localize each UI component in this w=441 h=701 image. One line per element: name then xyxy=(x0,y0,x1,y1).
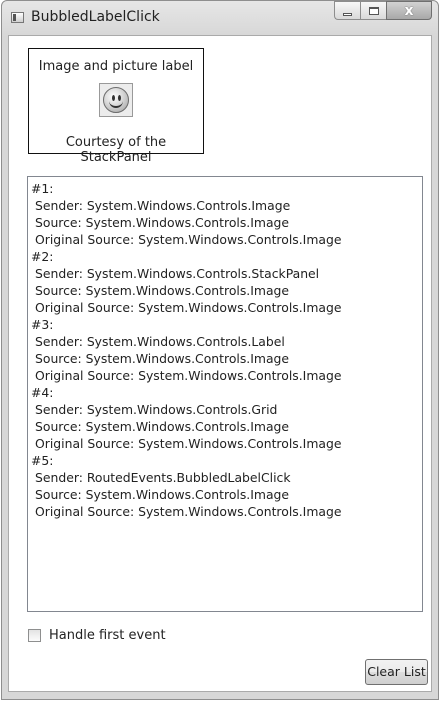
smiley-image[interactable] xyxy=(99,83,133,117)
client-area: Image and picture label Courtesy of the … xyxy=(8,35,432,692)
event-header[interactable]: #2: xyxy=(28,248,422,265)
smiley-face-icon xyxy=(103,87,129,113)
handle-first-event-label[interactable]: Handle first event xyxy=(49,628,166,643)
image-picture-label[interactable]: Image and picture label Courtesy of the … xyxy=(28,48,204,165)
event-original-source[interactable]: Original Source: System.Windows.Controls… xyxy=(28,435,422,452)
event-sender[interactable]: Sender: RoutedEvents.BubbledLabelClick xyxy=(28,469,422,486)
handle-first-event-row[interactable]: Handle first event xyxy=(28,626,166,644)
event-sender[interactable]: Sender: System.Windows.Controls.Label xyxy=(28,333,422,350)
event-original-source[interactable]: Original Source: System.Windows.Controls… xyxy=(28,299,422,316)
event-list-content: #1: Sender: System.Windows.Controls.Image… xyxy=(28,177,422,520)
clear-list-button[interactable]: Clear List xyxy=(365,659,428,685)
event-original-source[interactable]: Original Source: System.Windows.Controls… xyxy=(28,231,422,248)
event-original-source[interactable]: Original Source: System.Windows.Controls… xyxy=(28,367,422,384)
event-header[interactable]: #1: xyxy=(28,180,422,197)
event-source[interactable]: Source: System.Windows.Controls.Image xyxy=(28,282,422,299)
event-sender[interactable]: Sender: System.Windows.Controls.Grid xyxy=(28,401,422,418)
event-header[interactable]: #4: xyxy=(28,384,422,401)
event-source[interactable]: Source: System.Windows.Controls.Image xyxy=(28,418,422,435)
caption-buttons: x xyxy=(334,1,432,21)
event-sender[interactable]: Sender: System.Windows.Controls.Image xyxy=(28,197,422,214)
close-button[interactable]: x xyxy=(386,1,432,20)
maximize-button[interactable] xyxy=(360,1,386,20)
label-bottom-text: Courtesy of the StackPanel xyxy=(65,135,167,165)
event-header[interactable]: #5: xyxy=(28,452,422,469)
event-source[interactable]: Source: System.Windows.Controls.Image xyxy=(28,486,422,503)
label-top-text: Image and picture label xyxy=(38,59,194,74)
event-source[interactable]: Source: System.Windows.Controls.Image xyxy=(28,350,422,367)
event-sender[interactable]: Sender: System.Windows.Controls.StackPan… xyxy=(28,265,422,282)
handle-first-event-checkbox[interactable] xyxy=(28,628,41,642)
event-header[interactable]: #3: xyxy=(28,316,422,333)
app-window: BubbledLabelClick x Image and picture la… xyxy=(1,0,439,700)
event-listbox[interactable]: #1: Sender: System.Windows.Controls.Image… xyxy=(27,176,423,612)
close-icon: x xyxy=(404,3,414,19)
title-bar[interactable]: BubbledLabelClick x xyxy=(2,1,438,35)
event-original-source[interactable]: Original Source: System.Windows.Controls… xyxy=(28,503,422,520)
minimize-button[interactable] xyxy=(334,1,360,20)
window-app-icon[interactable] xyxy=(11,12,24,23)
window-title: BubbledLabelClick xyxy=(31,9,160,25)
event-source[interactable]: Source: System.Windows.Controls.Image xyxy=(28,214,422,231)
